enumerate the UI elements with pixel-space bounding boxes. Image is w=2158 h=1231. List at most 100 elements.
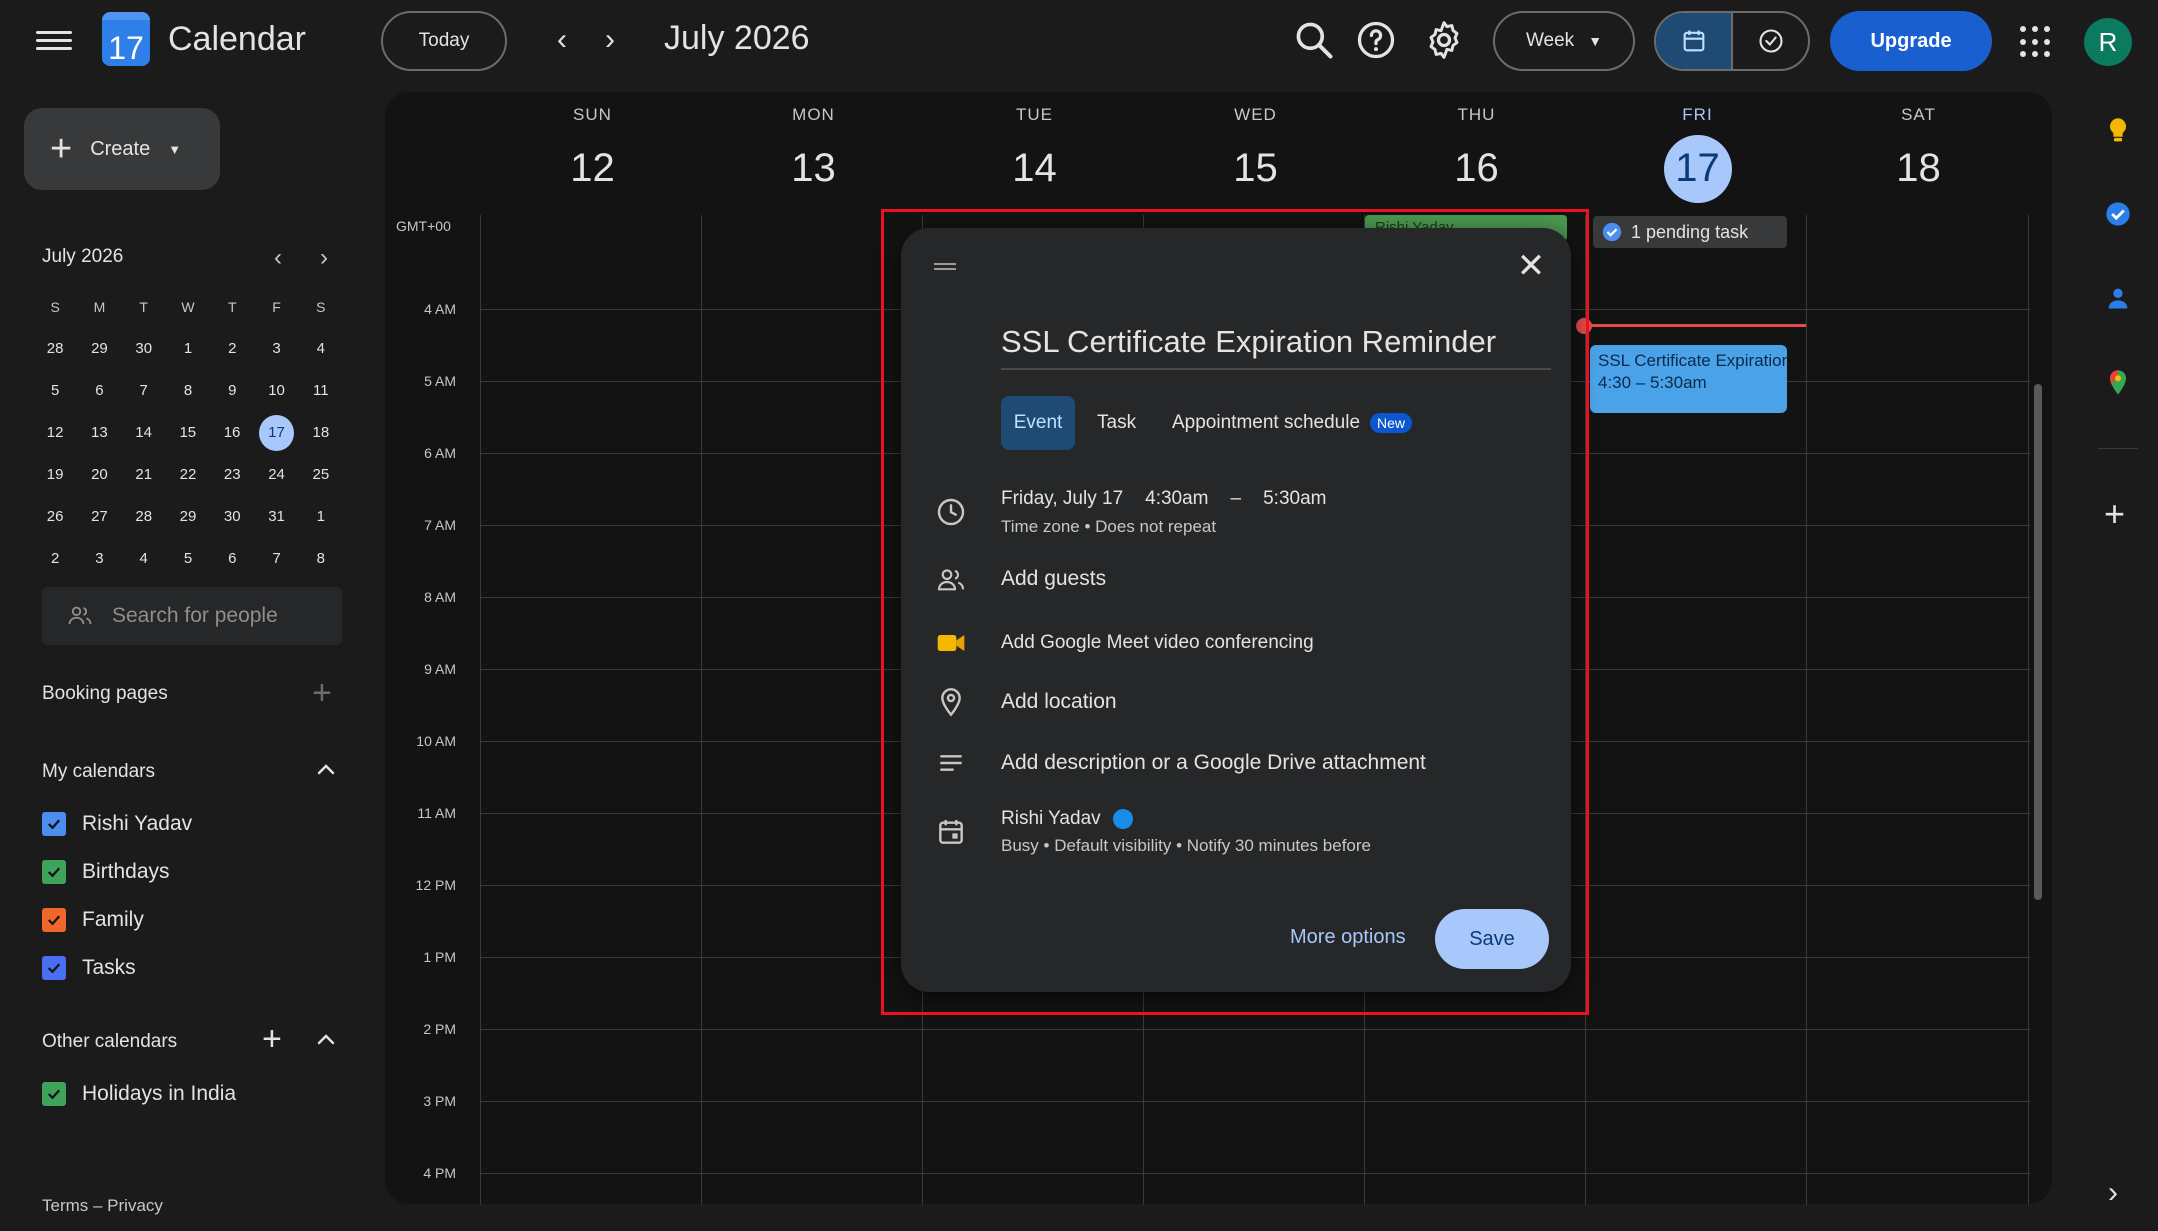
- mini-day[interactable]: 29: [166, 499, 210, 535]
- day-header-thu[interactable]: THU 16: [1366, 105, 1587, 201]
- search-people-input[interactable]: Search for people: [42, 587, 342, 645]
- mini-day[interactable]: 21: [122, 457, 166, 493]
- mini-day[interactable]: 4: [122, 541, 166, 577]
- mini-day[interactable]: 9: [210, 373, 254, 409]
- mini-day-selected[interactable]: 17: [259, 415, 294, 451]
- tab-task[interactable]: Task: [1097, 396, 1136, 450]
- day-number[interactable]: 16: [1366, 135, 1587, 201]
- event-title-input[interactable]: SSL Certificate Expiration Reminder: [1001, 324, 1551, 370]
- event-chip-ssl[interactable]: SSL Certificate Expiration Reminder 4:30…: [1590, 345, 1787, 413]
- tab-event[interactable]: Event: [1001, 396, 1075, 450]
- mini-day[interactable]: 7: [122, 373, 166, 409]
- mini-next-month-button[interactable]: ›: [320, 244, 328, 272]
- day-header-wed[interactable]: WED 15: [1145, 105, 1366, 201]
- tab-appointment-schedule[interactable]: Appointment schedule New: [1172, 396, 1413, 450]
- day-number-today[interactable]: 17: [1663, 135, 1732, 203]
- day-number[interactable]: 15: [1145, 135, 1366, 201]
- add-other-calendar-icon[interactable]: +: [262, 1020, 282, 1059]
- mini-day[interactable]: 3: [77, 541, 121, 577]
- drag-handle-icon[interactable]: [934, 260, 956, 273]
- day-number[interactable]: 18: [1808, 135, 2029, 201]
- mini-day[interactable]: 31: [254, 499, 298, 535]
- close-icon[interactable]: ✕: [1513, 248, 1549, 284]
- mini-day[interactable]: 25: [299, 457, 343, 493]
- maps-icon[interactable]: [2104, 368, 2132, 396]
- day-header-tue[interactable]: TUE 14: [924, 105, 1145, 201]
- mini-day[interactable]: 28: [122, 499, 166, 535]
- calendar-item-family[interactable]: Family: [42, 908, 144, 932]
- create-button[interactable]: + Create ▼: [24, 108, 220, 190]
- add-booking-page-icon[interactable]: +: [312, 674, 332, 713]
- more-options-button[interactable]: More options: [1290, 926, 1406, 949]
- event-end-time[interactable]: 5:30am: [1263, 488, 1326, 510]
- mini-day[interactable]: 5: [166, 541, 210, 577]
- add-location[interactable]: Add location: [1001, 690, 1117, 714]
- day-header-mon[interactable]: MON 13: [703, 105, 924, 201]
- calendar-owner[interactable]: Rishi Yadav: [1001, 808, 1133, 830]
- calendar-item-tasks[interactable]: Tasks: [42, 956, 136, 980]
- add-description[interactable]: Add description or a Google Drive attach…: [1001, 751, 1426, 775]
- mini-day[interactable]: 4: [299, 331, 343, 367]
- mini-day[interactable]: 13: [77, 415, 121, 451]
- day-number[interactable]: 12: [482, 135, 703, 201]
- day-header-sat[interactable]: SAT 18: [1808, 105, 2029, 201]
- mini-day[interactable]: 5: [33, 373, 77, 409]
- add-addon-icon[interactable]: +: [2104, 496, 2125, 532]
- mini-day[interactable]: 6: [77, 373, 121, 409]
- checkbox-icon[interactable]: [42, 1082, 66, 1106]
- main-menu-button[interactable]: [36, 26, 72, 56]
- calendar-item-holidays-in-india[interactable]: Holidays in India: [42, 1082, 236, 1106]
- mini-prev-month-button[interactable]: ‹: [274, 244, 282, 272]
- mini-day[interactable]: 18: [299, 415, 343, 451]
- timezone-repeat[interactable]: Time zone • Does not repeat: [1001, 517, 1216, 537]
- mini-day[interactable]: 1: [166, 331, 210, 367]
- help-icon[interactable]: [1354, 18, 1398, 62]
- mini-day[interactable]: 23: [210, 457, 254, 493]
- keep-icon[interactable]: [2104, 116, 2132, 144]
- checkbox-icon[interactable]: [42, 812, 66, 836]
- other-calendars-label[interactable]: Other calendars: [42, 1031, 177, 1053]
- next-week-button[interactable]: ›: [592, 22, 628, 58]
- chevron-up-icon[interactable]: [314, 1028, 338, 1052]
- calendar-view-icon[interactable]: [1656, 13, 1731, 69]
- mini-day[interactable]: 12: [33, 415, 77, 451]
- mini-day[interactable]: 19: [33, 457, 77, 493]
- mini-day[interactable]: 6: [210, 541, 254, 577]
- add-meet-button[interactable]: Add Google Meet video conferencing: [1001, 632, 1314, 654]
- event-date[interactable]: Friday, July 17: [1001, 488, 1123, 510]
- mini-day[interactable]: 7: [254, 541, 298, 577]
- mini-day[interactable]: 28: [33, 331, 77, 367]
- mini-day[interactable]: 29: [77, 331, 121, 367]
- search-icon[interactable]: [1292, 18, 1336, 62]
- contacts-icon[interactable]: [2104, 284, 2132, 312]
- checkbox-icon[interactable]: [42, 956, 66, 980]
- mini-day[interactable]: 16: [210, 415, 254, 451]
- mini-day[interactable]: 14: [121, 415, 165, 451]
- checkbox-icon[interactable]: [42, 860, 66, 884]
- day-header-sun[interactable]: SUN 12: [482, 105, 703, 201]
- mini-day[interactable]: 1: [299, 499, 343, 535]
- mini-day[interactable]: 22: [166, 457, 210, 493]
- mini-day[interactable]: 11: [299, 373, 343, 409]
- mini-day[interactable]: 2: [33, 541, 77, 577]
- mini-day[interactable]: 26: [33, 499, 77, 535]
- event-start-time[interactable]: 4:30am: [1145, 488, 1208, 510]
- settings-icon[interactable]: [1422, 18, 1466, 62]
- mini-day[interactable]: 8: [166, 373, 210, 409]
- day-number[interactable]: 13: [703, 135, 924, 201]
- mini-day[interactable]: 20: [77, 457, 121, 493]
- calendar-details[interactable]: Busy • Default visibility • Notify 30 mi…: [1001, 836, 1371, 856]
- expand-panel-icon[interactable]: ›: [2108, 1176, 2118, 1210]
- chevron-up-icon[interactable]: [314, 758, 338, 782]
- mini-day[interactable]: 15: [166, 415, 210, 451]
- avatar[interactable]: R: [2084, 18, 2132, 66]
- pending-task-chip[interactable]: 1 pending task: [1593, 216, 1787, 248]
- previous-week-button[interactable]: ‹: [544, 22, 580, 58]
- vertical-scrollbar[interactable]: [2034, 384, 2042, 900]
- save-button[interactable]: Save: [1435, 909, 1549, 969]
- my-calendars-label[interactable]: My calendars: [42, 761, 155, 783]
- footer-links[interactable]: Terms – Privacy: [42, 1196, 163, 1216]
- add-guests[interactable]: Add guests: [1001, 567, 1106, 591]
- mini-day[interactable]: 3: [254, 331, 298, 367]
- mini-day[interactable]: 30: [122, 331, 166, 367]
